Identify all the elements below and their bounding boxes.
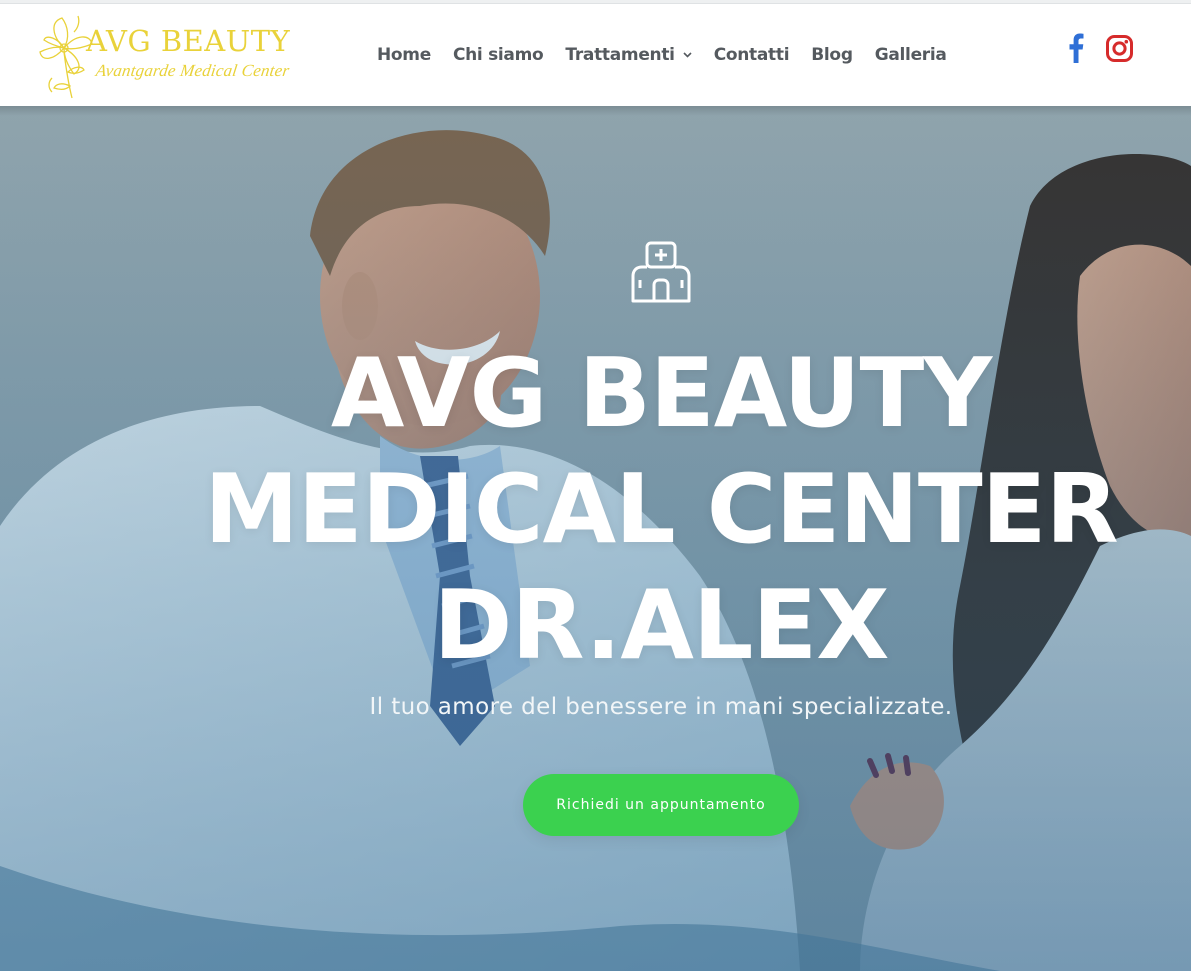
book-appointment-button[interactable]: Richiedi un appuntamento <box>523 774 799 836</box>
site-header: AVG BEAUTY Avantgarde Medical Center Hom… <box>0 3 1191 106</box>
nav-item-trattamenti[interactable]: Trattamenti <box>565 45 692 65</box>
header-shadow <box>0 106 1191 116</box>
instagram-link[interactable] <box>1101 30 1137 66</box>
site-logo[interactable]: AVG BEAUTY Avantgarde Medical Center <box>38 8 310 100</box>
nav-item-label: Trattamenti <box>565 45 675 65</box>
facebook-link[interactable] <box>1058 30 1094 66</box>
logo-tagline: Avantgarde Medical Center <box>94 61 291 80</box>
hero-title-line: DR.ALEX <box>433 571 889 681</box>
nav-item-label: Home <box>377 45 431 65</box>
main-nav: Home Chi siamo Trattamenti Contatti Blog… <box>377 40 969 70</box>
nav-item-chi-siamo[interactable]: Chi siamo <box>452 45 544 65</box>
chevron-down-icon <box>683 50 692 61</box>
nav-item-blog[interactable]: Blog <box>811 45 853 65</box>
hero-title-line: AVG BEAUTY <box>330 339 992 449</box>
nav-item-home[interactable]: Home <box>377 45 431 65</box>
nav-item-label: Chi siamo <box>452 45 544 65</box>
nav-item-contatti[interactable]: Contatti <box>714 45 790 65</box>
nav-item-galleria[interactable]: Galleria <box>875 45 947 65</box>
nav-item-label: Galleria <box>874 45 947 65</box>
hospital-icon <box>630 240 692 304</box>
facebook-icon <box>1069 33 1084 63</box>
instagram-icon <box>1105 34 1133 62</box>
logo-title: AVG BEAUTY <box>86 24 291 58</box>
hero-title-line: MEDICAL CENTER <box>204 455 1118 565</box>
hero-title: AVG BEAUTY MEDICAL CENTER DR.ALEX <box>130 336 1191 684</box>
hero-subtitle: Il tuo amore del benessere in mani speci… <box>369 694 953 720</box>
nav-item-label: Blog <box>811 45 853 65</box>
hero-section: AVG BEAUTY MEDICAL CENTER DR.ALEX Il tuo… <box>0 106 1191 971</box>
nav-item-label: Contatti <box>713 45 790 65</box>
